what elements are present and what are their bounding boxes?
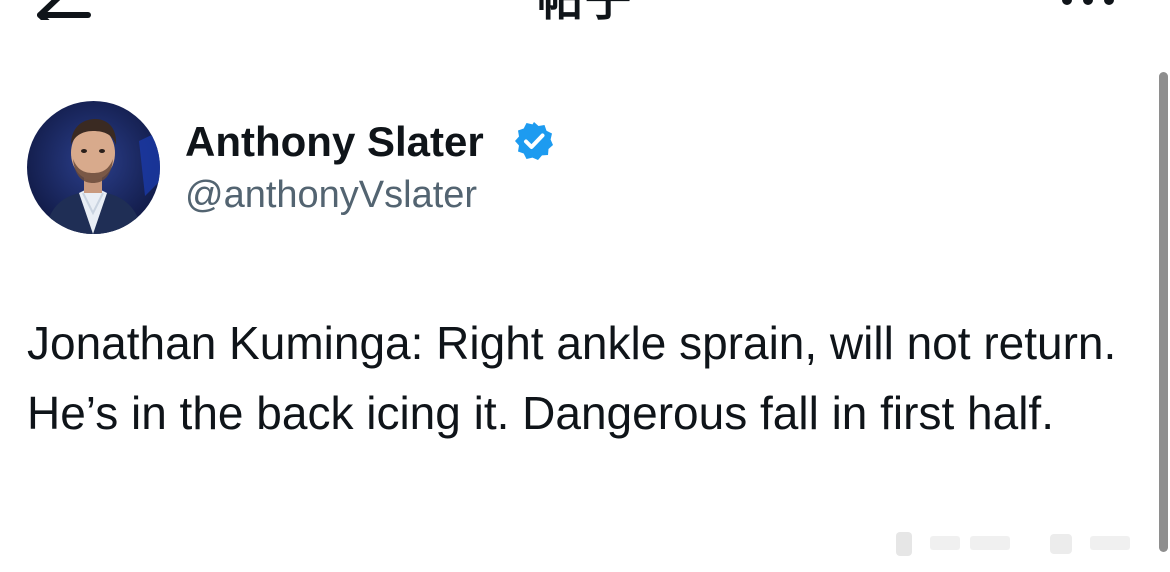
page-title: 帖子 [0,0,1170,24]
author-name[interactable]: Anthony Slater [185,117,484,167]
more-horizontal-icon [1062,0,1114,5]
scrollbar[interactable] [1159,72,1168,552]
watermark-faint [896,532,1130,556]
top-navigation-bar: 帖子 [0,0,1170,37]
tweet-text: Jonathan Kuminga: Right ankle sprain, wi… [27,317,1117,439]
avatar[interactable] [27,101,160,234]
verified-badge-icon [515,122,553,160]
more-options-button[interactable] [1058,0,1118,8]
author-handle[interactable]: @anthonyVslater [185,172,477,218]
avatar-photo [27,101,160,234]
